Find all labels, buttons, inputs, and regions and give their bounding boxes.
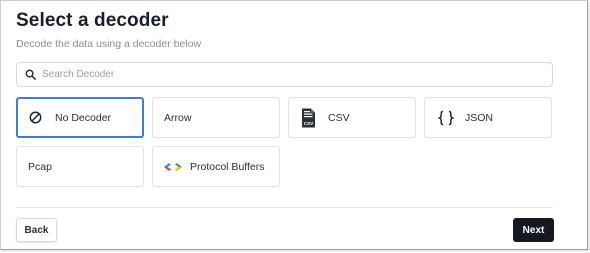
search-input[interactable]: [42, 69, 522, 80]
protocol-buffers-icon: [163, 161, 183, 173]
search-box[interactable]: [16, 62, 553, 87]
csv-file-icon: CSV: [301, 108, 316, 128]
footer-divider: [16, 207, 553, 208]
decoder-label: Protocol Buffers: [190, 160, 265, 173]
decoder-label: Arrow: [164, 111, 192, 124]
decoder-label: No Decoder: [55, 111, 112, 124]
csv-icon-text: CSV: [304, 121, 314, 126]
decoder-card-pcap[interactable]: Pcap: [16, 146, 144, 187]
decoder-card-no-decoder[interactable]: No Decoder: [16, 97, 144, 138]
no-decoder-icon: [29, 111, 42, 124]
page-title: Select a decoder: [16, 10, 169, 31]
decoder-card-arrow[interactable]: Arrow: [152, 97, 280, 138]
next-button[interactable]: Next: [513, 218, 554, 242]
back-button[interactable]: Back: [16, 218, 57, 242]
decoder-label: JSON: [465, 111, 494, 124]
decoder-card-json[interactable]: JSON: [424, 97, 552, 138]
page-subtitle: Decode the data using a decoder below: [16, 38, 202, 50]
decoder-card-protocol-buffers[interactable]: Protocol Buffers: [152, 146, 280, 187]
decoder-dialog: Select a decoder Decode the data using a…: [0, 0, 588, 250]
decoder-label: Pcap: [28, 160, 52, 173]
curly-braces-icon: [438, 110, 454, 126]
search-icon: [25, 69, 36, 80]
decoder-label: CSV: [328, 111, 350, 124]
decoder-card-csv[interactable]: CSV CSV: [288, 97, 416, 138]
